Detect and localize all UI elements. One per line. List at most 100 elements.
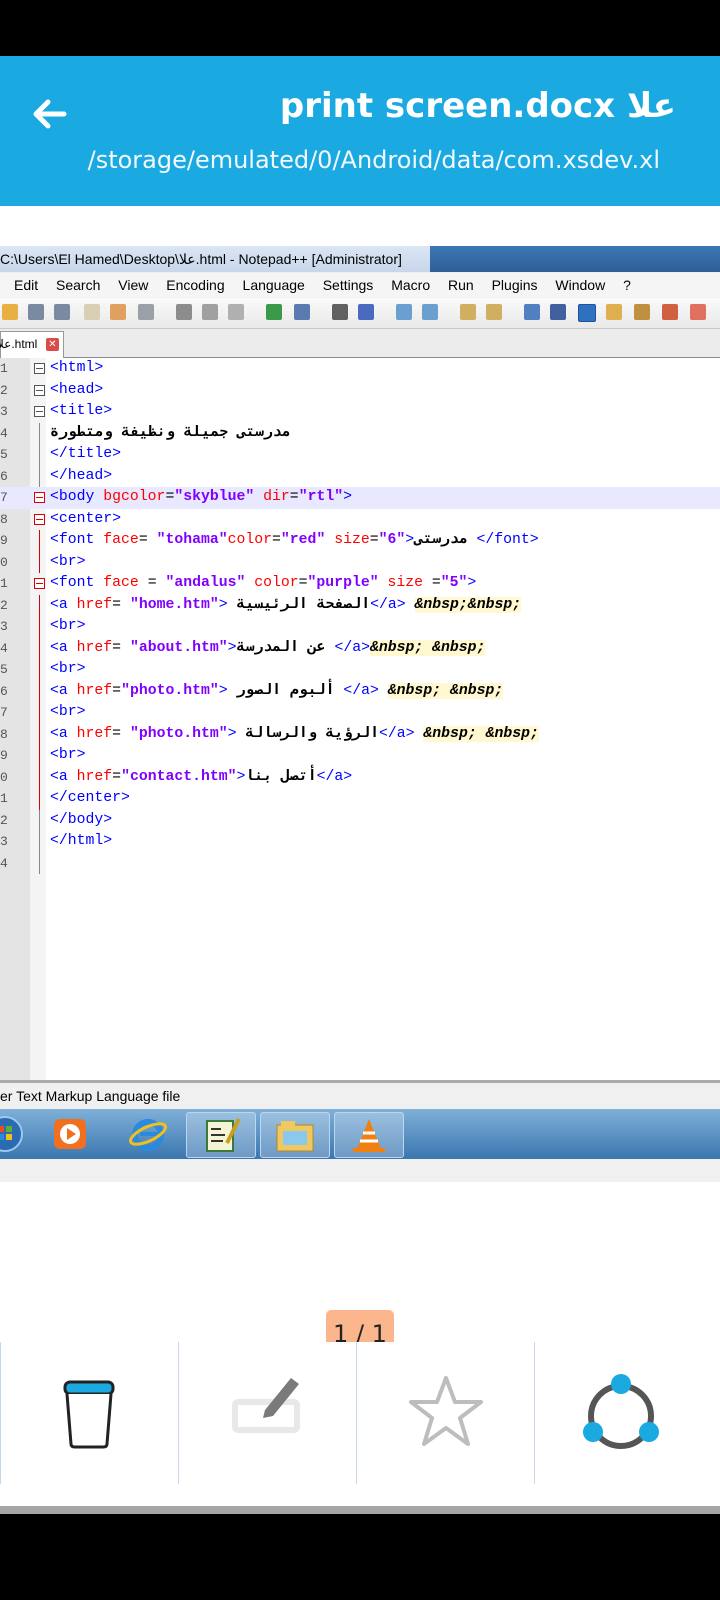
code-tag: >: [405, 532, 415, 548]
line-number: 2: [0, 382, 8, 398]
fold-line: [39, 766, 40, 788]
line-number: 0: [0, 554, 8, 570]
fold-line: [39, 745, 40, 767]
toolbar-icon: [294, 304, 310, 320]
code-line: 5 <br>: [0, 659, 720, 681]
code-line: 4 مدرستى جميلة ونظيفة ومتطورة: [0, 422, 720, 444]
code-string: "photo.htm": [129, 725, 228, 742]
menu-item: View: [118, 277, 149, 293]
code-op: =: [423, 575, 441, 591]
toolbar-icon: [84, 304, 100, 320]
edit-button[interactable]: [178, 1342, 357, 1484]
file-tab: علا.html ✕: [0, 331, 64, 358]
line-number: 5: [0, 662, 8, 677]
code-attr: href: [76, 725, 113, 742]
favorite-button[interactable]: [356, 1342, 535, 1484]
fold-line: [39, 616, 40, 638]
code-string: "home.htm": [129, 596, 219, 613]
code-string: "5": [440, 575, 468, 591]
folder-icon: [276, 1121, 314, 1152]
bottom-bar-edge: [0, 1506, 720, 1514]
code-string: "tohama": [156, 532, 228, 548]
code-tag: </a>: [379, 725, 415, 742]
document-title: print screen.docx علا: [279, 86, 676, 126]
code-tag: >: [218, 682, 237, 699]
code-line: 3 <title>: [0, 401, 720, 423]
code-editor: 1 <html> 2 <head> 3 <title> 4 مدرستى جميلة و…: [0, 358, 720, 1080]
code-tag: <a: [50, 768, 77, 785]
code-string: "photo.htm": [121, 682, 219, 699]
code-text: <br>: [50, 618, 86, 634]
code-tag: <a: [50, 725, 77, 742]
share-button[interactable]: [534, 1342, 713, 1484]
menu-item: Window: [555, 277, 606, 293]
status-bar: [0, 0, 720, 56]
toolbar-icon: [176, 304, 192, 320]
code-text: <br>: [50, 747, 86, 763]
toolbar-icon: [524, 304, 540, 320]
code-entity: &nbsp;&nbsp;: [414, 596, 522, 613]
toolbar-icon: [662, 304, 678, 320]
code-attr: color: [227, 532, 273, 548]
toolbar-icon: [54, 304, 70, 320]
toolbar-icon: [110, 304, 126, 320]
code-attr: href: [76, 682, 113, 699]
fold-icon: [34, 384, 45, 396]
fold-line: [39, 852, 40, 874]
code-string: "andalus": [165, 575, 246, 591]
fold-line: [39, 680, 40, 702]
document-viewer[interactable]: C:\Users\El Hamed\Desktop\علا.html - Not…: [0, 206, 720, 1512]
line-number: 8: [0, 511, 8, 527]
fold-icon: [34, 363, 45, 374]
line-number: 4: [0, 640, 8, 656]
toolbar-icon: [2, 304, 18, 320]
line-number: 6: [0, 683, 8, 699]
notepad-plus-icon: [206, 1118, 241, 1152]
code-line: 9 <font face= "tohama"color="red" size="6…: [0, 530, 720, 552]
line-number: 3: [0, 404, 8, 419]
back-arrow-icon[interactable]: [28, 92, 72, 136]
menu-item: Encoding: [166, 277, 225, 293]
taskbar-button-vlc: [334, 1112, 404, 1158]
code-string: "contact.htm": [121, 768, 237, 785]
fold-icon: [34, 406, 45, 417]
code-entity: &nbsp; &nbsp;: [370, 639, 486, 656]
code-tag: <font: [50, 532, 104, 548]
line-number: 5: [0, 447, 8, 462]
fold-icon: [34, 513, 45, 525]
fold-line: [39, 530, 40, 552]
code-arabic: أتصل بنا: [245, 768, 317, 785]
fold-icon: [34, 492, 45, 503]
code-string: "red": [280, 532, 326, 548]
code-text: <br>: [50, 553, 86, 570]
fold-line: [39, 723, 40, 745]
toolbar-icon: [634, 304, 650, 320]
notepad-menu-bar: Edit Search View Encoding Language Setti…: [0, 273, 720, 297]
code-attr: size: [378, 575, 423, 591]
line-number: 1: [0, 791, 8, 806]
code-text: <html>: [50, 360, 104, 376]
code-tag: <a: [50, 639, 77, 656]
line-number: 7: [0, 490, 8, 505]
notepad-title-bar: C:\Users\El Hamed\Desktop\علا.html - Not…: [0, 246, 430, 272]
code-line: 5 </title>: [0, 444, 720, 466]
delete-button[interactable]: [0, 1342, 179, 1484]
code-line: 2 <head>: [0, 380, 720, 402]
code-op: =: [272, 532, 281, 548]
code-text: </html>: [50, 833, 113, 849]
code-tag: <a: [50, 682, 77, 699]
code-op: =: [112, 596, 130, 613]
code-text: مدرستى جميلة ونظيفة ومتطورة: [50, 424, 291, 441]
line-number: 1: [0, 576, 8, 591]
fold-line: [39, 551, 40, 573]
line-number: 2: [0, 812, 8, 828]
file-tab-label: علا.html: [0, 337, 38, 351]
code-arabic: عن المدرسة: [236, 639, 335, 656]
code-tag: <font: [50, 575, 104, 591]
bottom-action-bar: [0, 1342, 720, 1484]
code-line: 4: [0, 852, 720, 874]
code-line: 1 <html>: [0, 358, 720, 380]
code-tag: </a>: [343, 682, 379, 699]
code-line-current: 7 <body bgcolor="skyblue" dir="rtl">: [0, 487, 720, 509]
code-line: 8 <a href= "photo.htm"> الرؤية والرسالة</…: [0, 723, 720, 745]
